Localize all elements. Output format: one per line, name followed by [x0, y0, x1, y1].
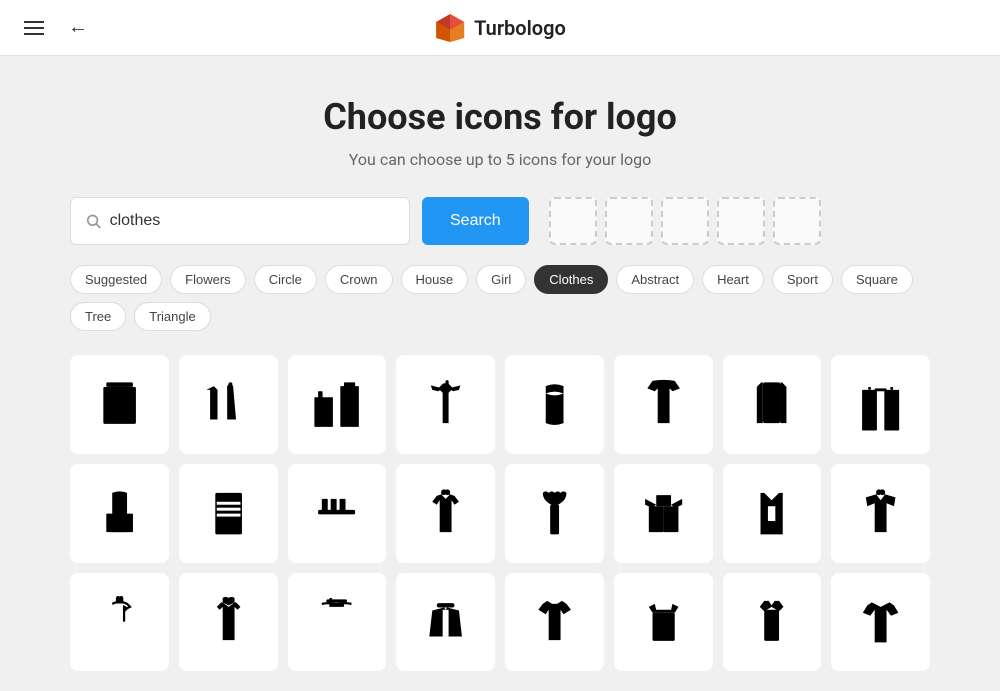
- filter-tag[interactable]: Flowers: [170, 265, 246, 294]
- icon-card[interactable]: [288, 355, 387, 454]
- icon-slots-container: [549, 197, 821, 245]
- icon-card[interactable]: [396, 355, 495, 454]
- icon-card[interactable]: [70, 464, 169, 563]
- icon-slot-5[interactable]: [773, 197, 821, 245]
- icon-card[interactable]: [179, 355, 278, 454]
- icon-card[interactable]: [70, 355, 169, 454]
- icon-card[interactable]: [723, 573, 822, 672]
- search-box: [70, 197, 410, 245]
- app-header: ← Turbologo: [0, 0, 1000, 56]
- page-title: Choose icons for logo: [70, 96, 930, 138]
- icon-card[interactable]: [288, 464, 387, 563]
- icon-card[interactable]: [505, 464, 604, 563]
- icon-slot-4[interactable]: [717, 197, 765, 245]
- icon-slot-2[interactable]: [605, 197, 653, 245]
- filter-tag[interactable]: Crown: [325, 265, 393, 294]
- icon-card[interactable]: [723, 355, 822, 454]
- logo-icon: [434, 12, 466, 44]
- search-row: Search: [70, 197, 930, 245]
- icon-card[interactable]: [396, 573, 495, 672]
- main-content: Choose icons for logo You can choose up …: [50, 56, 950, 691]
- filter-tag[interactable]: Girl: [476, 265, 526, 294]
- filter-tag[interactable]: Clothes: [534, 265, 608, 294]
- menu-button[interactable]: [16, 13, 52, 43]
- filter-tag[interactable]: Sport: [772, 265, 833, 294]
- icon-card[interactable]: [614, 573, 713, 672]
- icon-card[interactable]: [614, 355, 713, 454]
- icon-card[interactable]: [70, 573, 169, 672]
- icon-card[interactable]: [179, 573, 278, 672]
- logo-text: Turbologo: [474, 16, 566, 40]
- filter-tag[interactable]: Square: [841, 265, 913, 294]
- icon-card[interactable]: [831, 573, 930, 672]
- icon-grid: [70, 355, 930, 671]
- filter-tag[interactable]: Abstract: [616, 265, 694, 294]
- icon-card[interactable]: [288, 573, 387, 672]
- filter-tag[interactable]: Tree: [70, 302, 126, 331]
- icon-card[interactable]: [723, 464, 822, 563]
- icon-card[interactable]: [614, 464, 713, 563]
- icon-card[interactable]: [179, 464, 278, 563]
- icon-slot-3[interactable]: [661, 197, 709, 245]
- filter-tags: Suggested Flowers Circle Crown HouseGirl Clot…: [70, 265, 930, 331]
- search-input[interactable]: [110, 212, 395, 230]
- page-subtitle: You can choose up to 5 icons for your lo…: [70, 150, 930, 169]
- icon-card[interactable]: [505, 573, 604, 672]
- filter-tag[interactable]: Circle: [254, 265, 317, 294]
- filter-tag[interactable]: Heart: [702, 265, 764, 294]
- icon-slot-1[interactable]: [549, 197, 597, 245]
- search-button[interactable]: Search: [422, 197, 529, 245]
- filter-tag[interactable]: Suggested: [70, 265, 162, 294]
- filter-tag[interactable]: House: [401, 265, 469, 294]
- icon-card[interactable]: [831, 464, 930, 563]
- search-icon: [85, 212, 102, 230]
- icon-card[interactable]: [505, 355, 604, 454]
- back-button[interactable]: ←: [56, 8, 100, 47]
- icon-card[interactable]: [831, 355, 930, 454]
- icon-card[interactable]: [396, 464, 495, 563]
- logo: Turbologo: [434, 12, 566, 44]
- filter-tag[interactable]: Triangle: [134, 302, 210, 331]
